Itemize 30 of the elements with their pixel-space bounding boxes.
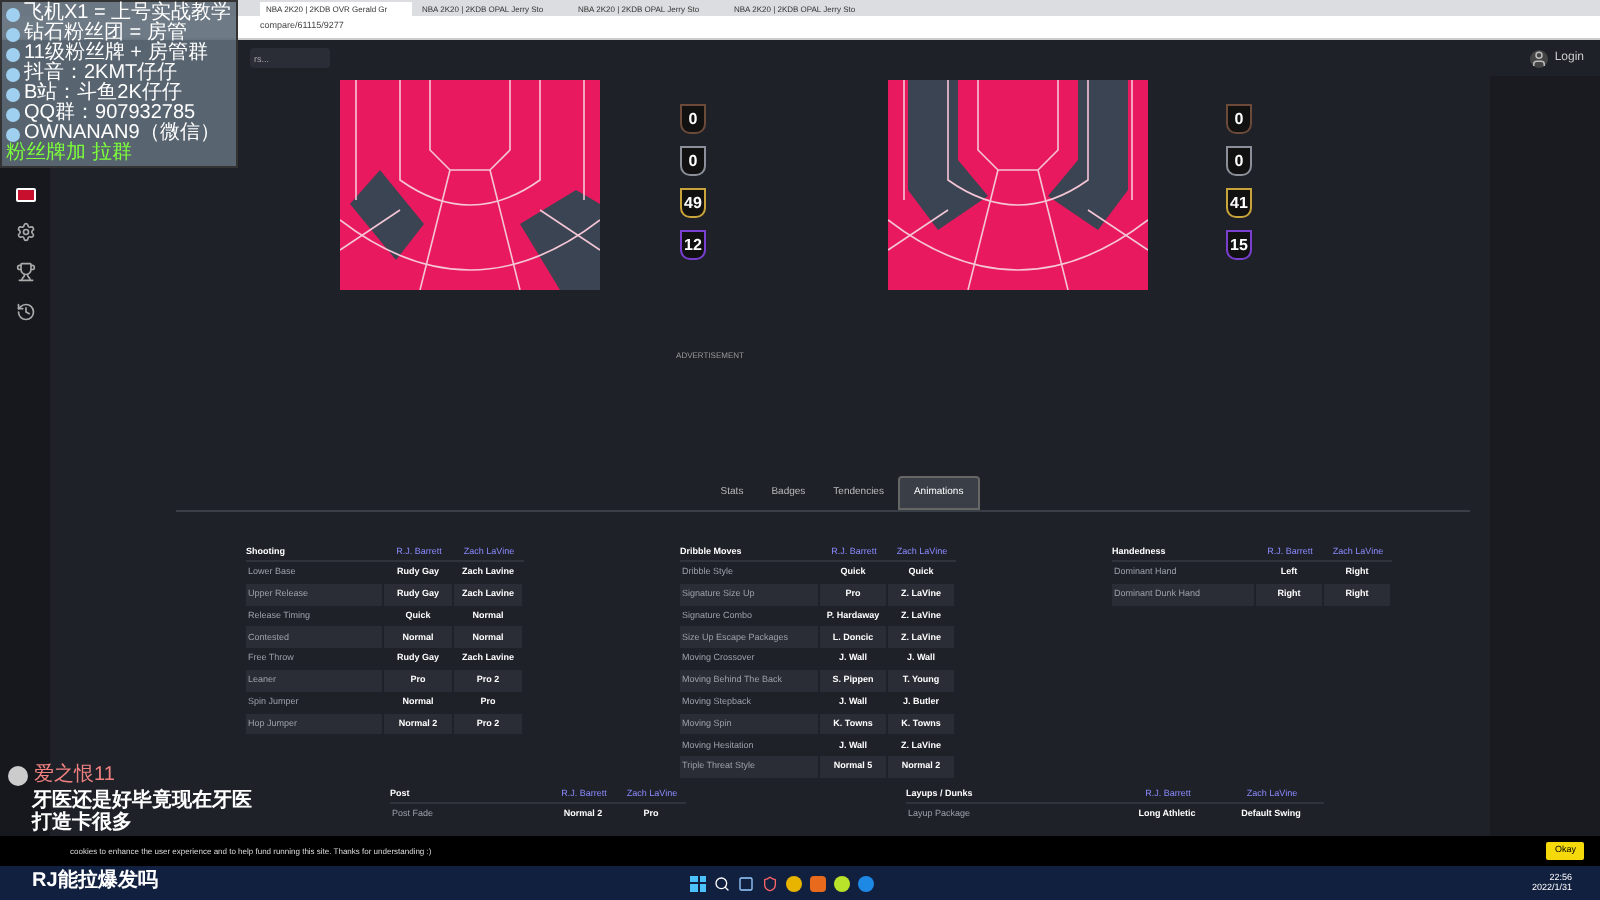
badge-count: 49	[680, 188, 706, 218]
browser-icon[interactable]	[858, 875, 874, 891]
logo-icon[interactable]	[15, 188, 35, 202]
badge-count: 0	[680, 146, 706, 176]
chat-message: 牙医还是好毕竟现在牙医	[32, 792, 252, 812]
windows-start-icon[interactable]	[690, 875, 706, 891]
chat-message: 打造卡很多	[32, 814, 132, 834]
stream-info-line: QQ群：907932785	[24, 104, 196, 124]
stream-info-line: 抖音：2KMT仔仔	[24, 64, 178, 84]
fan-group-note: 粉丝牌加 拉群	[6, 144, 132, 164]
app-icon[interactable]	[738, 875, 754, 891]
trophy-icon[interactable]	[15, 262, 35, 282]
history-icon[interactable]	[15, 302, 35, 322]
stream-info-line: 钻石粉丝团 = 房管	[24, 24, 187, 44]
settings-icon[interactable]	[15, 222, 35, 242]
stream-info-line: OWNANAN9（微信）	[24, 124, 220, 144]
stream-info-line: B站：斗鱼2K仔仔	[24, 84, 182, 104]
badge-count: 0	[1226, 104, 1252, 134]
chat-username: 爱之恨11	[34, 761, 115, 789]
badge-count: 15	[1226, 230, 1252, 260]
search-icon[interactable]	[714, 875, 730, 891]
chat-message: RJ能拉爆发吗	[32, 872, 158, 892]
shield-icon[interactable]	[762, 875, 778, 891]
stream-info-line: 飞机X1 = 上号实战教学	[24, 4, 232, 24]
user-icon	[1530, 49, 1549, 67]
badge-count: 0	[1226, 146, 1252, 176]
stream-info-line: 11级粉丝牌 + 房管群	[24, 44, 208, 64]
badge-count: 0	[680, 104, 706, 134]
badge-count: 41	[1226, 188, 1252, 218]
badge-count: 12	[680, 230, 706, 260]
